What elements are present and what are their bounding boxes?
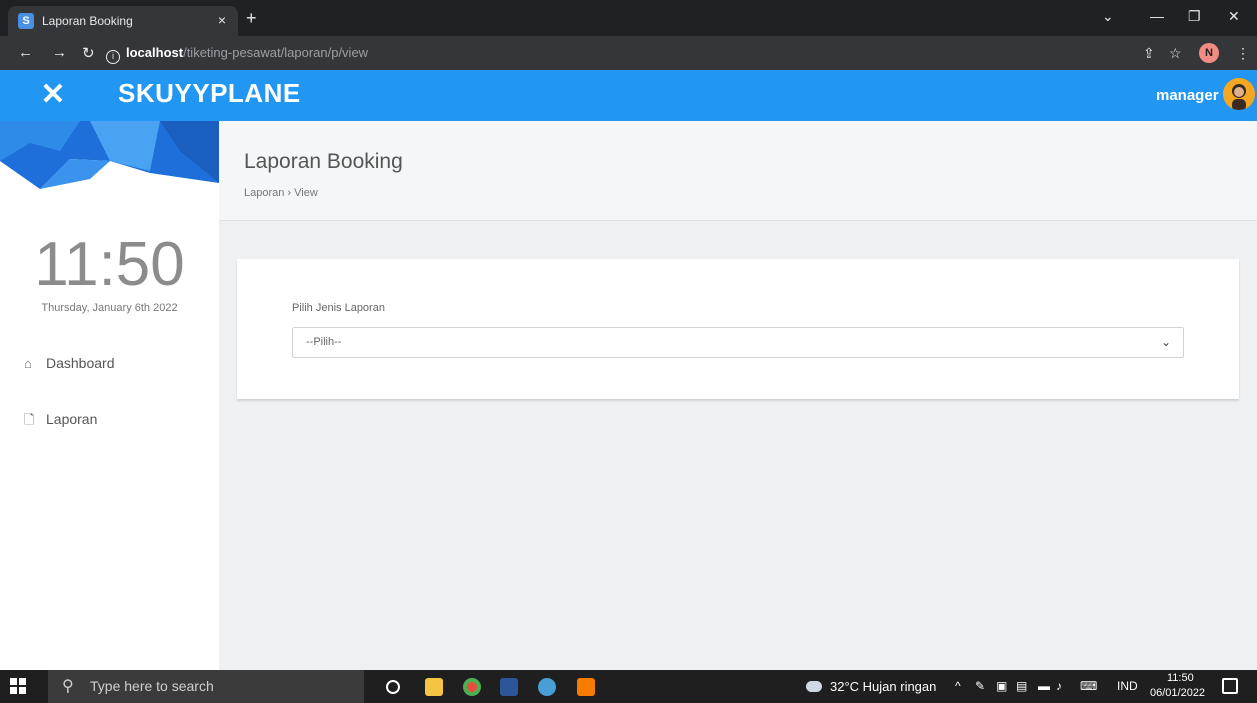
os-taskbar: ⚲ Type here to search 32°C Hujan ringan …	[0, 670, 1257, 703]
weather-cloud-icon[interactable]	[806, 681, 822, 692]
tab-title: Laporan Booking	[42, 14, 133, 28]
url-path: /tiketing-pesawat/laporan/p/view	[183, 45, 369, 60]
bookmark-star-icon[interactable]: ☆	[1169, 45, 1182, 62]
sidebar: 11:50 Thursday, January 6th 2022 ⌂ Dashbo…	[0, 121, 219, 670]
report-type-label: Pilih Jenis Laporan	[292, 302, 385, 314]
volume-icon[interactable]: ♪	[1056, 670, 1062, 703]
report-card: Pilih Jenis Laporan --Pilih-- ⌄	[237, 259, 1239, 400]
chrome-icon[interactable]	[463, 678, 481, 696]
taskbar-time[interactable]: 11:50	[1167, 672, 1194, 684]
sidebar-item-label: Laporan	[46, 411, 98, 427]
chevron-down-icon: ⌄	[1160, 335, 1171, 349]
search-icon: ⚲	[62, 678, 74, 695]
device-icon[interactable]: ▣	[996, 670, 1007, 703]
user-avatar[interactable]	[1223, 78, 1255, 110]
forward-arrow-icon[interactable]: →	[52, 44, 67, 61]
language-indicator[interactable]: IND	[1117, 670, 1138, 703]
minimize-button[interactable]: —	[1150, 8, 1164, 24]
weather-text[interactable]: 32°C Hujan ringan	[830, 670, 936, 703]
file-explorer-icon[interactable]	[425, 678, 443, 696]
reload-icon[interactable]: ↻	[82, 44, 95, 62]
keyboard-icon[interactable]: ⌨	[1080, 670, 1097, 703]
word-icon[interactable]	[500, 678, 518, 696]
sidebar-date: Thursday, January 6th 2022	[41, 302, 178, 314]
windows-start-icon[interactable]	[10, 678, 26, 694]
brand-logo-text: SKUYYPLANE	[118, 78, 301, 108]
notification-icon[interactable]	[1222, 678, 1238, 694]
xampp-icon[interactable]	[577, 678, 595, 696]
report-type-select[interactable]: --Pilih-- ⌄	[292, 327, 1184, 358]
app-header: ✕ SKUYYPLANE manager	[0, 70, 1257, 121]
sidebar-item-label: Dashboard	[46, 355, 115, 371]
tray-expand-icon[interactable]: ^	[955, 670, 961, 703]
network-icon[interactable]: ▤	[1016, 670, 1027, 703]
taskbar-search-placeholder: Type here to search	[90, 678, 214, 694]
username-label[interactable]: manager	[1156, 87, 1219, 104]
battery-icon[interactable]: ▬	[1038, 670, 1050, 703]
taskbar-date[interactable]: 06/01/2022	[1150, 687, 1205, 699]
browser-menu-icon[interactable]: ⋮	[1236, 45, 1250, 62]
back-arrow-icon[interactable]: ←	[18, 44, 33, 61]
browser-tab-bar: S Laporan Booking × + ⌄ — ❐ ✕	[0, 0, 1257, 36]
breadcrumb: Laporan › View	[244, 187, 318, 199]
profile-avatar[interactable]: N	[1199, 43, 1219, 63]
share-icon[interactable]: ⇪	[1143, 45, 1155, 62]
browser-tab[interactable]: S Laporan Booking ×	[8, 6, 238, 36]
sidebar-close-button[interactable]: ✕	[37, 79, 69, 111]
sidebar-item-dashboard[interactable]: ⌂ Dashboard	[24, 355, 115, 371]
tab-close-button[interactable]: ×	[218, 12, 226, 28]
sidebar-item-laporan[interactable]: 🗋 Laporan	[24, 411, 97, 433]
url-input[interactable]: i localhost/tiketing-pesawat/laporan/p/vi…	[106, 41, 1106, 65]
cortana-icon[interactable]	[386, 680, 400, 694]
site-info-icon[interactable]: i	[106, 50, 120, 64]
new-tab-button[interactable]: +	[246, 9, 257, 27]
chrome-profile-icon[interactable]	[538, 678, 556, 696]
browser-address-bar: ← → ↻ i localhost/tiketing-pesawat/lapora…	[0, 36, 1257, 70]
sidebar-banner-graphic	[0, 121, 219, 193]
taskbar-search-input[interactable]: ⚲ Type here to search	[48, 670, 364, 703]
tab-search-icon[interactable]: ⌄	[1102, 8, 1114, 25]
window-close-button[interactable]: ✕	[1228, 8, 1240, 25]
file-icon: 🗋	[24, 412, 35, 427]
restore-button[interactable]: ❐	[1188, 8, 1201, 25]
sidebar-clock: 11:50	[34, 230, 185, 299]
pen-icon[interactable]: ✎	[975, 670, 985, 703]
page-header: Laporan Booking Laporan › View	[219, 121, 1257, 221]
url-host: localhost	[126, 45, 184, 60]
home-icon: ⌂	[24, 356, 32, 371]
report-type-selected-value: --Pilih--	[306, 336, 342, 348]
page-title: Laporan Booking	[244, 150, 403, 173]
site-favicon-icon: S	[18, 13, 34, 29]
